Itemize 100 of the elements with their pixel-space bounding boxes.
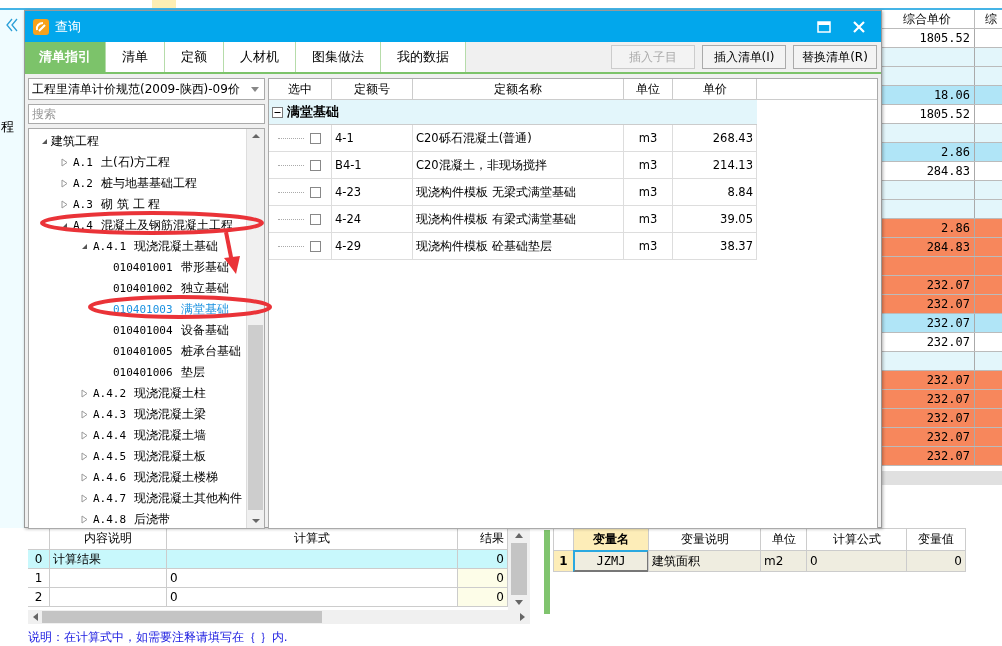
tree-item[interactable]: 现浇混凝土柱 (134, 385, 207, 402)
table-cell: 0 (906, 550, 966, 572)
collapsed-triangle-icon[interactable] (80, 389, 88, 398)
tree-item[interactable]: 现浇混凝土墙 (134, 427, 207, 444)
checkbox[interactable] (310, 132, 321, 144)
tree-item-code[interactable]: A.4.2 (93, 387, 127, 400)
tree-item-code[interactable]: A.4.8 (93, 513, 127, 526)
column-header: 选中 (269, 79, 332, 99)
table-cell: C20混凝土，非现场搅拌 (413, 152, 624, 178)
tree-item-code[interactable]: A.4.1 (93, 240, 127, 253)
tree-item[interactable]: 现浇混凝土板 (134, 448, 207, 465)
collapsed-triangle-icon[interactable] (60, 158, 68, 167)
tree-item-code[interactable]: A.3 (73, 198, 93, 211)
tree-item-code[interactable]: A.4.7 (93, 492, 127, 505)
table-cell: 4-24 (332, 206, 413, 232)
action-button[interactable]: 插入清单(I) (702, 45, 786, 69)
tree-item[interactable]: 设备基础 (180, 322, 229, 339)
collapsed-triangle-icon[interactable] (80, 452, 88, 461)
row-number: 0 (28, 550, 50, 568)
table-cell: 现浇构件模板 无梁式满堂基础 (413, 179, 624, 205)
collapsed-triangle-icon[interactable] (80, 515, 88, 524)
close-icon[interactable] (853, 20, 865, 33)
tab[interactable]: 图集做法 (296, 42, 381, 72)
tree-item[interactable]: 砌 筑 工 程 (100, 196, 161, 213)
table-cell: B4-1 (332, 152, 413, 178)
tree-item[interactable]: 建筑工程 (51, 133, 99, 150)
tree-item-code[interactable]: 010401004 (113, 324, 173, 337)
tree-item[interactable]: 桩承台基础 (180, 343, 241, 360)
scrollbar-thumb[interactable] (248, 325, 263, 510)
tree-item[interactable]: 现浇混凝土其他构件 (134, 490, 243, 507)
expanded-triangle-icon[interactable] (40, 138, 48, 145)
search-field[interactable]: 搜索 (28, 104, 265, 124)
table-cell: 计算结果 (50, 550, 167, 568)
tree-item-code[interactable]: 010401005 (113, 345, 173, 358)
tree-item[interactable]: 桩与地基基础工程 (100, 175, 197, 192)
tree-item-code[interactable]: 010401003 (113, 303, 173, 316)
column-header: 变量值 (906, 528, 966, 551)
tree-item-code[interactable]: 010401002 (113, 282, 173, 295)
tab[interactable]: 清单 (106, 42, 165, 72)
table-cell[interactable]: JZMJ (573, 550, 649, 572)
tree-item[interactable]: 带形基础 (180, 259, 229, 276)
table-cell: m3 (624, 152, 673, 178)
table-cell: 4-23 (332, 179, 413, 205)
tree-item[interactable]: 后浇带 (134, 511, 171, 528)
table-cell: 建筑面积 (648, 550, 761, 572)
action-button[interactable]: 替换清单(R) (793, 45, 877, 69)
collapse-icon[interactable] (272, 106, 283, 118)
column-header: 定额名称 (413, 79, 624, 99)
tab[interactable]: 定额 (165, 42, 224, 72)
column-header: 单价 (673, 79, 757, 99)
collapsed-triangle-icon[interactable] (60, 179, 68, 188)
column-header: 单位 (624, 79, 673, 99)
tree-item[interactable]: 现浇混凝土梁 (134, 406, 207, 423)
checkbox[interactable] (310, 240, 321, 252)
tree-item-code[interactable]: A.4.5 (93, 450, 127, 463)
double-chevron-left-icon[interactable] (6, 18, 18, 32)
tree-item-code[interactable]: A.4 (73, 219, 93, 232)
tree-item-code[interactable]: A.1 (73, 156, 93, 169)
tree-item-code[interactable]: A.2 (73, 177, 93, 190)
help-note: 说明：在计算式中，如需要注释请填写在｛ ｝内. (28, 629, 288, 646)
horizontal-scrollbar[interactable] (880, 471, 1002, 485)
table-cell: m3 (624, 206, 673, 232)
tab[interactable]: 人材机 (224, 42, 296, 72)
checkbox[interactable] (310, 213, 321, 225)
maximize-icon[interactable] (817, 20, 831, 33)
table-cell: 214.13 (673, 152, 757, 178)
tree-item[interactable]: 现浇混凝土基础 (134, 238, 219, 255)
tree-item-code[interactable]: 010401001 (113, 261, 173, 274)
collapsed-triangle-icon[interactable] (60, 200, 68, 209)
checkbox[interactable] (310, 159, 321, 171)
table-cell: 38.37 (673, 233, 757, 259)
tree-item[interactable]: 垫层 (180, 364, 205, 381)
horizontal-scrollbar[interactable] (28, 610, 530, 624)
app-logo-icon (33, 18, 49, 35)
expanded-triangle-icon[interactable] (80, 243, 88, 250)
collapsed-triangle-icon[interactable] (80, 494, 88, 503)
table-cell: 4-29 (332, 233, 413, 259)
collapsed-triangle-icon[interactable] (80, 473, 88, 482)
table-cell: m3 (624, 179, 673, 205)
collapsed-triangle-icon[interactable] (80, 410, 88, 419)
collapsed-triangle-icon[interactable] (80, 431, 88, 440)
tree-item[interactable]: 现浇混凝土楼梯 (134, 469, 219, 486)
table-cell: 0 (458, 550, 508, 568)
dropdown-arrow-icon[interactable] (251, 86, 259, 92)
tree-item-code[interactable]: 010401006 (113, 366, 173, 379)
checkbox[interactable] (310, 186, 321, 198)
tree-item-code[interactable]: A.4.4 (93, 429, 127, 442)
tree-item-code[interactable]: A.4.3 (93, 408, 127, 421)
tree-item[interactable]: 土(石)方工程 (100, 154, 171, 171)
vertical-scrollbar[interactable] (508, 528, 530, 610)
tree-item[interactable]: 满堂基础 (180, 301, 229, 318)
table-cell: 268.43 (673, 125, 757, 151)
tree-item-code[interactable]: A.4.6 (93, 471, 127, 484)
tree-item[interactable]: 独立基础 (180, 280, 229, 297)
table-cell[interactable] (167, 550, 458, 568)
tab[interactable]: 我的数据 (381, 42, 466, 72)
table-cell: 0 (458, 588, 508, 606)
window-title: 查询 (55, 17, 81, 36)
library-dropdown[interactable]: 工程里清单计价规范(2009-陕西)-09价 (28, 78, 265, 100)
row-number: 2 (28, 588, 50, 606)
